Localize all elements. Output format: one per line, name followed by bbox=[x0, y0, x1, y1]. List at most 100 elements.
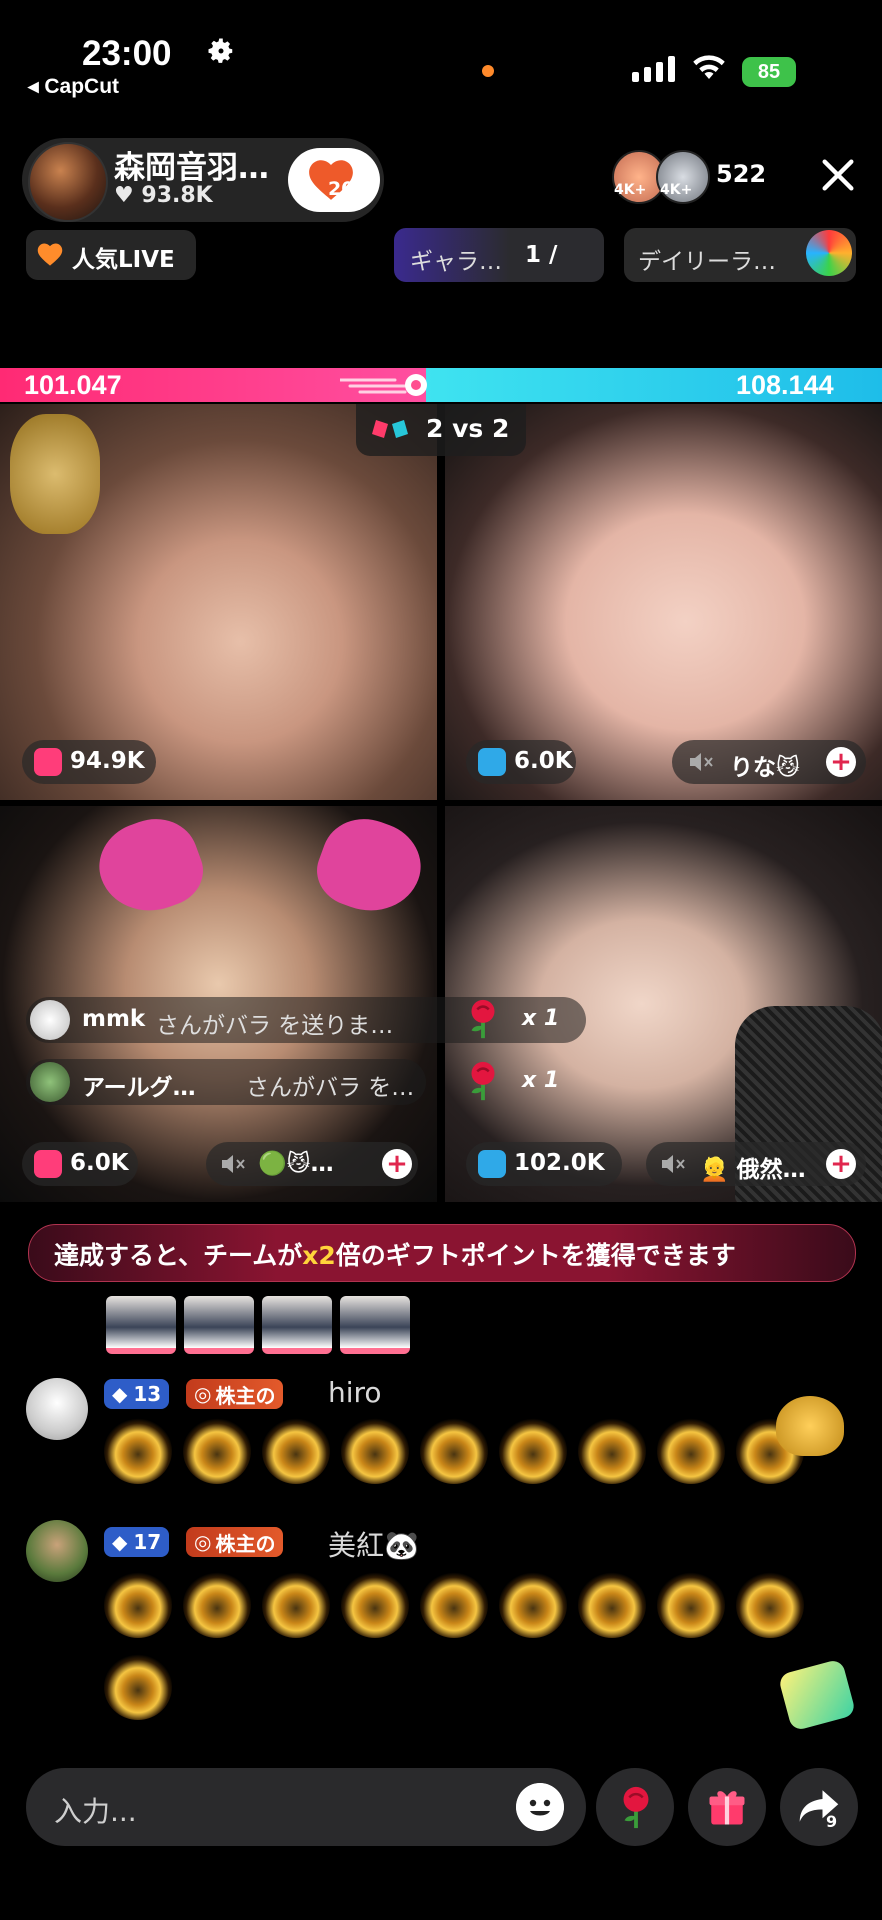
gift-sticker-thumbnail bbox=[106, 1296, 176, 1354]
cellular-signal-icon bbox=[632, 56, 675, 82]
rose-icon bbox=[623, 1786, 649, 1829]
guest-name: りな😼 bbox=[730, 755, 800, 781]
rose-gift-icon bbox=[471, 999, 495, 1039]
comment-input-placeholder: 入力... bbox=[54, 1795, 137, 1828]
rose-gift-icon bbox=[471, 1061, 495, 1101]
floating-gift-icon bbox=[776, 1396, 844, 1456]
gift-button[interactable] bbox=[688, 1768, 766, 1846]
battle-mode-icon bbox=[372, 420, 408, 438]
dog-ear-left-effect bbox=[87, 806, 213, 926]
lion-gift-icon bbox=[104, 1572, 172, 1638]
shareholder-label: 株主の bbox=[215, 1531, 276, 1556]
wifi-icon bbox=[693, 55, 725, 79]
gallery-progress: 1 / bbox=[525, 242, 558, 268]
lion-gift-icon bbox=[183, 1572, 251, 1638]
tile-score: 6.0K bbox=[70, 1150, 129, 1176]
banner-text-after: 倍のギフトポイントを獲得できます bbox=[335, 1241, 736, 1270]
viewer-count[interactable]: 522 bbox=[716, 160, 766, 188]
gift-multiplier: x 1 bbox=[522, 1068, 560, 1093]
lion-gift-icon bbox=[262, 1418, 330, 1484]
follow-guest-button[interactable]: + bbox=[382, 1149, 412, 1179]
gift-sender-name: mmk bbox=[82, 1006, 146, 1032]
popular-live-label: 人気LIVE bbox=[72, 247, 175, 273]
emoji-icon[interactable] bbox=[516, 1783, 564, 1831]
blue-team-gift-icon bbox=[478, 748, 506, 776]
lion-gift-icon bbox=[341, 1418, 409, 1484]
battle-mode-label: 2 vs 2 bbox=[426, 414, 510, 443]
ribbon-icon: ◎ bbox=[194, 1382, 212, 1406]
rose-gift-button[interactable] bbox=[596, 1768, 674, 1846]
lion-gift-icon bbox=[657, 1418, 725, 1484]
host-name: 森岡音羽… bbox=[114, 150, 269, 186]
tile-score: 6.0K bbox=[514, 748, 573, 774]
shareholder-label: 株主の bbox=[215, 1383, 276, 1408]
lion-gift-icon bbox=[341, 1572, 409, 1638]
lion-gift-icon bbox=[578, 1418, 646, 1484]
gallery-label: ギャラ… bbox=[410, 249, 502, 275]
team-pink-score: 101.047 bbox=[24, 370, 122, 400]
battery-indicator: 85 bbox=[742, 57, 796, 87]
follow-guest-button[interactable]: + bbox=[826, 747, 856, 777]
gift-sticker-thumbnail bbox=[340, 1296, 410, 1354]
gift-message: さんがバラ を送りま… bbox=[156, 1013, 394, 1039]
chat-username[interactable]: 美紅🐼 bbox=[328, 1524, 419, 1564]
gift-multiplier: x 1 bbox=[522, 1006, 560, 1031]
share-button[interactable]: 9 bbox=[780, 1768, 858, 1846]
lion-gift-icon bbox=[262, 1572, 330, 1638]
close-icon[interactable] bbox=[818, 155, 858, 195]
ribbon-icon: ◎ bbox=[194, 1530, 212, 1554]
orange-heart-icon bbox=[37, 243, 63, 266]
pink-team-gift-icon bbox=[34, 748, 62, 776]
diamond-icon: ◆ bbox=[112, 1382, 128, 1406]
lion-gift-icon bbox=[657, 1572, 725, 1638]
gift-sticker-thumbnail bbox=[184, 1296, 254, 1354]
lion-gift-icon bbox=[499, 1418, 567, 1484]
share-count: 9 bbox=[826, 1812, 838, 1831]
battle-swoosh-icon bbox=[340, 374, 427, 396]
gift-sender-avatar bbox=[30, 1062, 70, 1102]
balloon-decoration bbox=[10, 414, 100, 534]
user-level: 13 bbox=[133, 1382, 162, 1406]
chat-avatar[interactable] bbox=[26, 1378, 88, 1440]
guest-name: 👱 俄然… bbox=[700, 1157, 806, 1183]
guest-name: 🟢😼… bbox=[258, 1151, 334, 1177]
banner-text-before: 達成すると、チームが bbox=[54, 1241, 303, 1270]
lion-gift-icon bbox=[499, 1572, 567, 1638]
lion-gift-icon bbox=[104, 1654, 172, 1720]
lion-gift-icon bbox=[183, 1418, 251, 1484]
muted-mic-icon bbox=[662, 1155, 685, 1173]
user-level: 17 bbox=[133, 1530, 162, 1554]
chat-gift-row bbox=[104, 1418, 824, 1488]
host-avatar[interactable] bbox=[28, 142, 108, 222]
lion-gift-icon bbox=[420, 1418, 488, 1484]
host-likes: ♥ 93.8K bbox=[114, 183, 213, 208]
lion-gift-icon bbox=[420, 1572, 488, 1638]
fan-level: 20 bbox=[328, 178, 355, 200]
user-level-badge: ◆ 13 bbox=[104, 1379, 170, 1409]
gift-box-icon bbox=[709, 1791, 745, 1825]
host-likes-value: 93.8K bbox=[141, 183, 213, 208]
pink-team-gift-icon bbox=[34, 1150, 62, 1178]
lion-gift-icon bbox=[578, 1572, 646, 1638]
viewer-badge: 4K+ bbox=[660, 182, 693, 198]
status-time: 23:00 bbox=[82, 34, 172, 73]
lion-gift-icon bbox=[736, 1572, 804, 1638]
back-to-app-link[interactable]: ◂ CapCut bbox=[28, 74, 119, 99]
bonus-info-text: 達成すると、チームがx2倍のギフトポイントを獲得できます bbox=[54, 1236, 736, 1272]
gift-sender-name: アールグ… bbox=[82, 1075, 196, 1101]
daily-ranking-icon bbox=[806, 230, 852, 276]
team-blue-score: 108.144 bbox=[736, 370, 834, 400]
chat-username[interactable]: hiro bbox=[328, 1376, 382, 1409]
muted-mic-icon bbox=[690, 753, 713, 771]
diamond-icon: ◆ bbox=[112, 1530, 128, 1554]
gear-icon bbox=[208, 38, 233, 63]
follow-guest-button[interactable]: + bbox=[826, 1149, 856, 1179]
chat-gift-row bbox=[104, 1572, 824, 1722]
blue-team-gift-icon bbox=[478, 1150, 506, 1178]
recording-indicator bbox=[482, 65, 494, 77]
shareholder-badge: ◎ 株主の bbox=[186, 1527, 284, 1557]
chat-avatar[interactable] bbox=[26, 1520, 88, 1582]
tile-score: 94.9K bbox=[70, 748, 145, 774]
daily-ranking-label: デイリーラ… bbox=[638, 249, 776, 275]
tile-score: 102.0K bbox=[514, 1150, 605, 1176]
